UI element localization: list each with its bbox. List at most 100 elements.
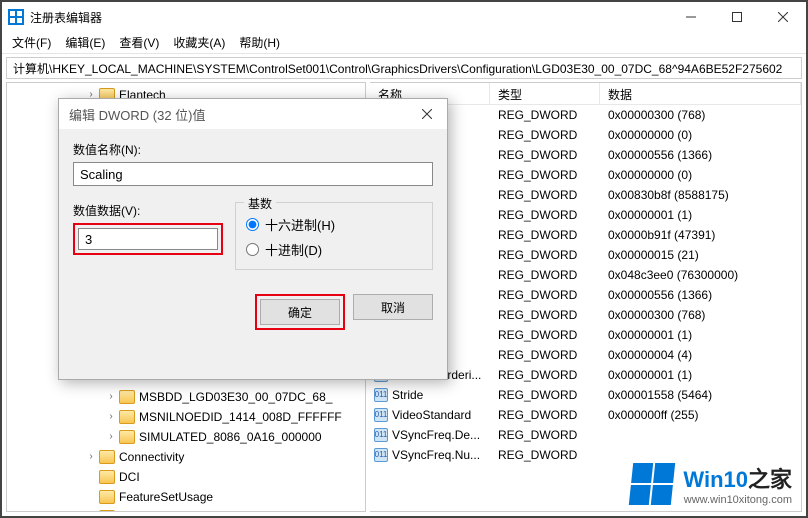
value-data-highlight (73, 223, 223, 255)
folder-icon (99, 510, 115, 512)
expand-icon[interactable]: › (105, 407, 117, 427)
menu-edit[interactable]: 编辑(E) (59, 32, 111, 53)
menu-file[interactable]: 文件(F) (6, 32, 57, 53)
folder-icon (119, 390, 135, 404)
tree-item[interactable]: ›SIMULATED_8086_0A16_000000 (15, 427, 365, 447)
row-type: REG_DWORD (490, 268, 600, 282)
col-data[interactable]: 数据 (600, 83, 801, 104)
address-bar[interactable]: 计算机\HKEY_LOCAL_MACHINE\SYSTEM\ControlSet… (6, 57, 802, 79)
row-data: 0x00001558 (5464) (600, 388, 801, 402)
row-data: 0x0000b91f (47391) (600, 228, 801, 242)
value-data-label: 数值数据(V): (73, 202, 223, 219)
folder-icon (99, 450, 115, 464)
watermark-brand-a: Win10 (683, 467, 748, 492)
base-legend: 基数 (244, 195, 276, 212)
expand-icon[interactable]: › (105, 387, 117, 407)
tree-item[interactable]: FeatureSetUsage (15, 487, 365, 507)
col-type[interactable]: 类型 (490, 83, 600, 104)
row-type: REG_DWORD (490, 108, 600, 122)
row-type: REG_DWORD (490, 128, 600, 142)
tree-item[interactable]: ›MSBDD_LGD03E30_00_07DC_68_ (15, 387, 365, 407)
row-type: REG_DWORD (490, 428, 600, 442)
list-row[interactable]: VideoStandard REG_DWORD0x000000ff (255) (370, 405, 801, 425)
row-type: REG_DWORD (490, 348, 600, 362)
folder-icon (99, 470, 115, 484)
base-group: 基数 十六进制(H) 十进制(D) (235, 202, 433, 270)
row-type: REG_DWORD (490, 388, 600, 402)
dialog-close-button[interactable] (407, 99, 447, 129)
row-data: 0x00830b8f (8588175) (600, 188, 801, 202)
menu-favorites[interactable]: 收藏夹(A) (167, 32, 231, 53)
ok-highlight: 确定 (255, 294, 345, 330)
value-data-input[interactable] (78, 228, 218, 250)
expand-icon[interactable]: › (85, 447, 97, 467)
row-name: Stride (392, 388, 423, 402)
list-row[interactable]: VSyncFreq.De... REG_DWORD (370, 425, 801, 445)
row-type: REG_DWORD (490, 288, 600, 302)
row-type: REG_DWORD (490, 228, 600, 242)
row-data: 0x00000556 (1366) (600, 148, 801, 162)
row-name: VideoStandard (392, 408, 471, 422)
radio-hex[interactable]: 十六进制(H) (246, 215, 422, 234)
minimize-button[interactable] (668, 2, 714, 32)
value-name-input[interactable] (73, 162, 433, 186)
tree-item-label: MSNILNOEDID_1414_008D_FFFFFF (139, 407, 342, 427)
folder-icon (119, 410, 135, 424)
dword-icon (374, 388, 388, 402)
cancel-button[interactable]: 取消 (353, 294, 433, 320)
row-data: 0x00000000 (0) (600, 168, 801, 182)
tree-item-label: DCI (119, 467, 140, 487)
dialog-titlebar[interactable]: 编辑 DWORD (32 位)值 (59, 99, 447, 129)
window-controls (668, 2, 806, 32)
menu-bar: 文件(F) 编辑(E) 查看(V) 收藏夹(A) 帮助(H) (2, 32, 806, 54)
ok-button[interactable]: 确定 (260, 299, 340, 325)
row-type: REG_DWORD (490, 148, 600, 162)
row-type: REG_DWORD (490, 408, 600, 422)
close-button[interactable] (760, 2, 806, 32)
window-title: 注册表编辑器 (30, 9, 668, 26)
expand-icon[interactable]: › (105, 427, 117, 447)
radio-hex-input[interactable] (246, 218, 259, 231)
row-type: REG_DWORD (490, 248, 600, 262)
app-icon (8, 9, 24, 25)
folder-icon (99, 490, 115, 504)
value-name-label: 数值名称(N): (73, 141, 433, 158)
expand-icon[interactable]: › (85, 507, 97, 512)
tree-item[interactable]: › MSNILNOEDID_1414_008D_FFFFFF (15, 407, 365, 427)
row-type: REG_DWORD (490, 208, 600, 222)
row-name: VSyncFreq.De... (392, 428, 480, 442)
row-name: VSyncFreq.Nu... (392, 448, 480, 462)
folder-icon (119, 430, 135, 444)
dialog-title: 编辑 DWORD (32 位)值 (69, 105, 206, 124)
watermark-url: www.win10xitong.com (683, 494, 792, 506)
tree-item[interactable]: ›Connectivity (15, 447, 365, 467)
tree-item-label: InternalMonEdid (119, 507, 206, 512)
row-data: 0x00000001 (1) (600, 368, 801, 382)
dword-icon (374, 408, 388, 422)
row-data: 0x00000300 (768) (600, 308, 801, 322)
maximize-button[interactable] (714, 2, 760, 32)
tree-item[interactable]: DCI (15, 467, 365, 487)
radio-dec-input[interactable] (246, 243, 259, 256)
tree-item-label: FeatureSetUsage (119, 487, 213, 507)
menu-help[interactable]: 帮助(H) (233, 32, 286, 53)
row-type: REG_DWORD (490, 168, 600, 182)
row-data: 0x00000004 (4) (600, 348, 801, 362)
radio-dec[interactable]: 十进制(D) (246, 240, 422, 259)
row-data: 0x00000001 (1) (600, 328, 801, 342)
tree-item[interactable]: › InternalMonEdid (15, 507, 365, 512)
row-data: 0x00000300 (768) (600, 108, 801, 122)
list-row[interactable]: Stride REG_DWORD0x00001558 (5464) (370, 385, 801, 405)
menu-view[interactable]: 查看(V) (113, 32, 165, 53)
row-data: 0x00000001 (1) (600, 208, 801, 222)
windows-logo-icon (629, 463, 675, 505)
row-data: 0x00000556 (1366) (600, 288, 801, 302)
title-bar: 注册表编辑器 (2, 2, 806, 32)
row-data: 0x000000ff (255) (600, 408, 801, 422)
row-type: REG_DWORD (490, 188, 600, 202)
watermark-brand-b: 之家 (748, 467, 792, 492)
row-type: REG_DWORD (490, 308, 600, 322)
watermark: Win10之家 www.win10xitong.com (631, 462, 792, 506)
row-type: REG_DWORD (490, 328, 600, 342)
dword-icon (374, 448, 388, 462)
